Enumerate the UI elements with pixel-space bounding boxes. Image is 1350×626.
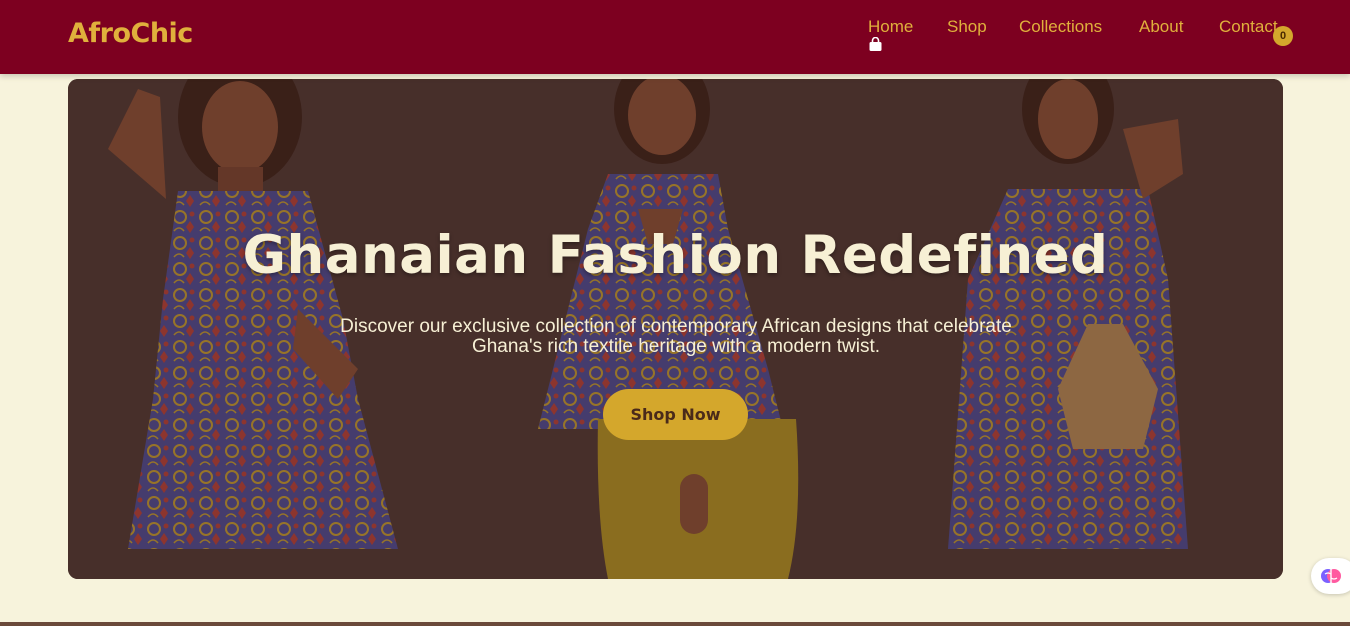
nav-collections[interactable]: Collections: [1019, 17, 1102, 37]
hero-subtitle: Discover our exclusive collection of con…: [340, 316, 1012, 357]
cart-count-badge: 0: [1273, 26, 1293, 46]
nav-shop[interactable]: Shop: [947, 17, 987, 37]
shop-now-button[interactable]: Shop Now: [603, 389, 748, 440]
hero-banner: Ghanaian Fashion Redefined Discover our …: [68, 79, 1283, 579]
next-section-edge: [0, 622, 1350, 626]
navbar: AfroChic Home Shop Collections About Con…: [0, 0, 1350, 74]
nav-contact[interactable]: Contact: [1219, 17, 1278, 37]
main-nav: Home Shop Collections About Contact: [0, 17, 1350, 47]
nav-about[interactable]: About: [1139, 17, 1183, 37]
nav-home[interactable]: Home: [868, 17, 913, 37]
brain-icon: [1321, 569, 1341, 583]
shopping-bag-icon[interactable]: [868, 37, 883, 52]
assistant-button[interactable]: [1311, 558, 1350, 594]
hero-title: Ghanaian Fashion Redefined: [242, 225, 1109, 286]
